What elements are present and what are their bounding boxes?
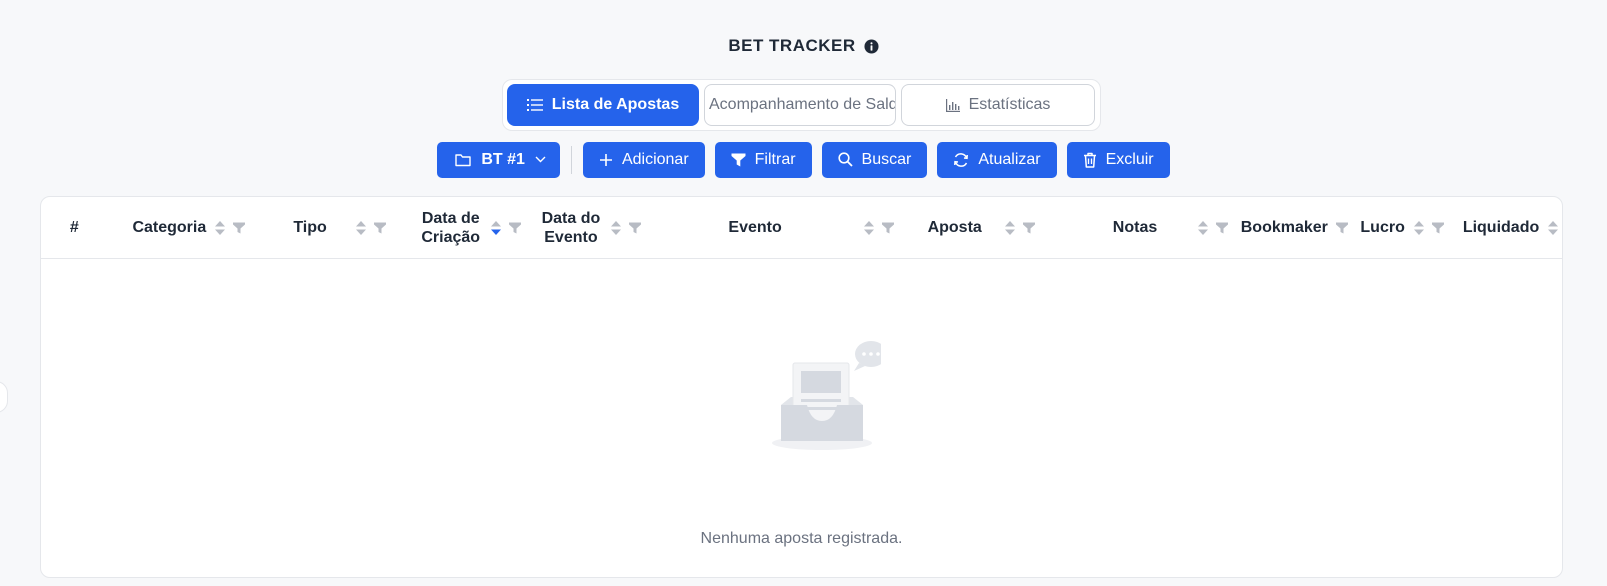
column-label: Data do Evento [541, 209, 601, 246]
column-label: Bookmaker [1240, 219, 1328, 236]
tab-lista-de-apostas[interactable]: Lista de Apostas [507, 84, 699, 126]
refresh-label: Atualizar [978, 150, 1041, 168]
sidebar-toggle-handle[interactable] [0, 381, 8, 413]
column-header-data-do-evento[interactable]: Data do Evento [531, 197, 649, 259]
column-label: Evento [728, 219, 782, 236]
column-header-categoria[interactable]: Categoria [108, 197, 270, 259]
delete-label: Excluir [1105, 150, 1154, 168]
refresh-button[interactable]: Atualizar [937, 141, 1057, 178]
chevron-down-icon [535, 156, 546, 163]
table-header: # Categoria Tipo Data de Criação Data do… [41, 197, 1562, 259]
filter-icon[interactable] [1022, 222, 1035, 234]
filter-icon[interactable] [1216, 222, 1229, 234]
column-header-tipo[interactable]: Tipo [270, 197, 409, 259]
empty-inbox-illustration-icon [772, 341, 881, 450]
filter-button[interactable]: Filtrar [714, 141, 812, 178]
delete-button[interactable]: Excluir [1066, 141, 1170, 178]
refresh-icon [954, 152, 969, 167]
tracker-select-button[interactable]: BT #1 [437, 141, 560, 178]
column-header-notas[interactable]: Notas [1055, 197, 1235, 259]
empty-state: Nenhuma aposta registrada. [41, 259, 1562, 577]
sort-icon[interactable] [1547, 219, 1559, 237]
tracker-label: BT #1 [481, 150, 525, 168]
info-icon[interactable] [864, 38, 879, 54]
filter-icon[interactable] [628, 222, 641, 234]
folder-icon [455, 153, 472, 166]
bar-chart-icon [945, 98, 960, 112]
list-icon [526, 99, 543, 111]
bet-tracker-page: BET TRACKER Lista de Apostas Acompanhame… [0, 0, 1607, 586]
column-header-liquidado[interactable]: Liquidado [1450, 197, 1562, 259]
filter-icon [731, 153, 746, 166]
column-header-data-de-criacao[interactable]: Data de Criação [409, 197, 531, 259]
tab-label: Estatísticas [968, 96, 1051, 113]
view-tabs: Lista de Apostas Acompanhamento de Saldo… [502, 79, 1101, 131]
filter-icon[interactable] [233, 222, 246, 234]
title-row: BET TRACKER [0, 36, 1607, 56]
sort-icon[interactable] [214, 219, 226, 237]
column-label: Notas [1112, 219, 1158, 236]
tab-label: Lista de Apostas [551, 96, 680, 113]
column-label: Lucro [1360, 219, 1405, 236]
tab-acompanhamento-de-saldo[interactable]: Acompanhamento de Saldo [704, 84, 896, 126]
column-header-aposta[interactable]: Aposta [908, 197, 1055, 259]
search-label: Buscar [861, 150, 912, 168]
filter-icon[interactable] [508, 222, 521, 234]
column-header-bookmaker[interactable]: Bookmaker [1234, 197, 1354, 259]
sort-icon[interactable] [1197, 219, 1209, 237]
column-label: # [69, 219, 79, 236]
filter-icon[interactable] [881, 222, 894, 234]
toolbar: BT #1 Adicionar Filtrar Buscar Atualizar [0, 141, 1607, 178]
column-label: Aposta [927, 219, 982, 236]
search-button[interactable]: Buscar [821, 141, 928, 178]
sort-icon[interactable] [610, 219, 622, 237]
tab-estatisticas[interactable]: Estatísticas [901, 84, 1095, 126]
bets-table: # Categoria Tipo Data de Criação Data do… [40, 196, 1563, 578]
column-label: Tipo [293, 219, 327, 236]
sort-icon[interactable] [863, 219, 875, 237]
plus-icon [599, 153, 612, 166]
sort-icon[interactable] [1004, 219, 1016, 237]
add-button[interactable]: Adicionar [582, 141, 705, 178]
sort-icon[interactable] [355, 219, 367, 237]
empty-state-message: Nenhuma aposta registrada. [700, 530, 903, 547]
sort-icon[interactable] [1413, 219, 1425, 237]
filter-icon[interactable] [1431, 222, 1444, 234]
toolbar-divider [570, 145, 572, 174]
add-label: Adicionar [621, 150, 689, 168]
search-icon [837, 152, 853, 167]
sort-desc-icon[interactable] [490, 219, 502, 237]
trash-icon [1083, 152, 1096, 168]
filter-icon[interactable] [1335, 222, 1348, 234]
column-header-lucro[interactable]: Lucro [1354, 197, 1449, 259]
page-title: BET TRACKER [728, 36, 856, 55]
column-header-number[interactable]: # [41, 197, 108, 259]
column-label: Liquidado [1462, 219, 1540, 236]
column-label: Categoria [132, 219, 207, 236]
column-label: Data de Criação [421, 209, 481, 246]
tab-label: Acompanhamento de Saldo [709, 96, 896, 113]
filter-label: Filtrar [754, 150, 796, 168]
filter-icon[interactable] [373, 222, 386, 234]
column-header-evento[interactable]: Evento [650, 197, 908, 259]
